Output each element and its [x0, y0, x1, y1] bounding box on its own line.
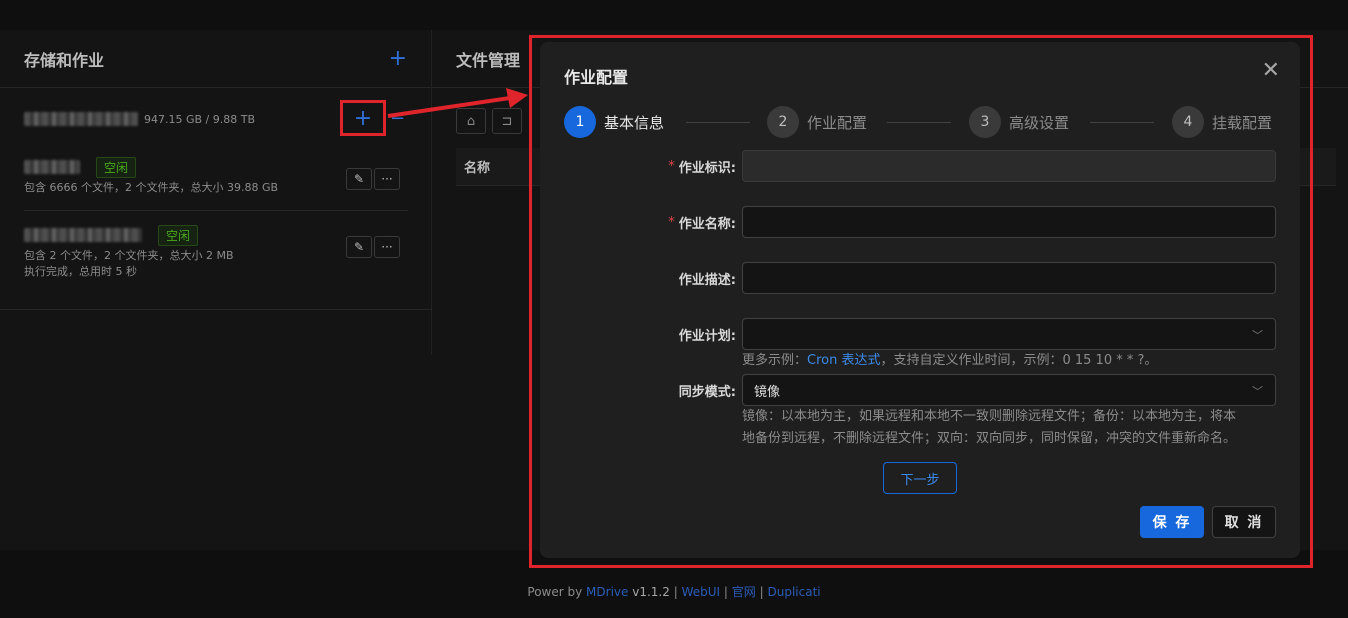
job-schedule-select[interactable]: ﹀: [742, 318, 1276, 350]
webui-link[interactable]: WebUI: [682, 585, 720, 599]
help-text: 更多示例：: [742, 353, 808, 368]
step-connector: [686, 122, 750, 123]
modal-title: 作业配置: [564, 68, 629, 87]
chevron-down-icon: ﹀: [1252, 329, 1263, 342]
divider: [0, 309, 432, 310]
step-connector: [887, 122, 951, 123]
job-name-blurred: [24, 160, 80, 174]
red-arrow-annotation: [387, 88, 528, 118]
chevron-down-icon: ﹀: [1252, 385, 1263, 398]
job-desc-line: 执行完成，总用时 5 秒: [24, 265, 137, 278]
job-config-modal: 作业配置 ✕ 1 基本信息 2 作业配置 3 高级设置 4 挂载配置 * 作业标识…: [540, 42, 1300, 558]
separator: |: [673, 585, 678, 599]
divider: [24, 210, 408, 211]
step-number: 2: [767, 106, 799, 138]
footer: Power by MDrive v1.1.2 | WebUI | 官网 | Du…: [0, 583, 1348, 600]
step-2[interactable]: 2 作业配置: [767, 106, 867, 138]
step-label: 挂载配置: [1212, 113, 1273, 132]
help-line: 地备份到远程，不删除远程文件；双向：双向同步，同时保留，冲突的文件重新命名。: [742, 431, 1237, 446]
steps: 1 基本信息 2 作业配置 3 高级设置 4 挂载配置: [564, 106, 1276, 138]
sync-mode-label: 同步模式:: [678, 384, 736, 400]
schedule-help: 更多示例：Cron 表达式，支持自定义作业时间，示例：0 15 10 * * ?…: [742, 350, 1282, 372]
storage-panel-header: 存储和作业 +: [0, 30, 431, 88]
job-id-input[interactable]: [742, 150, 1276, 182]
label-text: 作业名称:: [678, 216, 736, 232]
sync-mode-select[interactable]: 镜像 ﹀: [742, 374, 1276, 406]
duplicati-link[interactable]: Duplicati: [767, 585, 820, 599]
step-label: 作业配置: [807, 113, 868, 132]
label-text: 作业标识:: [678, 160, 736, 176]
step-3[interactable]: 3 高级设置: [969, 106, 1069, 138]
step-number: 3: [969, 106, 1001, 138]
next-step-button[interactable]: 下一步: [883, 462, 957, 494]
add-storage-icon[interactable]: +: [389, 47, 407, 70]
storage-name-blurred: [24, 112, 138, 126]
step-number: 4: [1172, 106, 1204, 138]
job-name-label: * 作业名称:: [668, 214, 736, 232]
more-icon[interactable]: ···: [374, 236, 400, 258]
job-name-blurred: [24, 228, 142, 242]
help-line: 镜像：以本地为主，如果远程和本地不一致则删除远程文件；备份：以本地为主，将本: [742, 409, 1237, 424]
job-item-1[interactable]: 空闲 包含 6666 个文件，2 个文件夹，总大小 39.88 GB ✎ ···: [24, 156, 408, 196]
save-button[interactable]: 保 存: [1140, 506, 1204, 538]
storage-size: 947.15 GB / 9.88 TB: [144, 112, 256, 126]
job-desc-input[interactable]: [742, 262, 1276, 294]
cron-link[interactable]: Cron 表达式: [807, 353, 880, 368]
status-badge: 空闲: [158, 224, 199, 246]
separator: |: [723, 585, 728, 599]
add-job-button[interactable]: +: [340, 100, 386, 136]
job-schedule-label: 作业计划:: [678, 328, 736, 344]
edit-icon[interactable]: ✎: [346, 168, 372, 190]
cancel-button[interactable]: 取 消: [1212, 506, 1276, 538]
storage-panel-title: 存储和作业: [24, 50, 105, 70]
job-name-input[interactable]: [742, 206, 1276, 238]
step-label: 基本信息: [604, 113, 665, 132]
job-id-label: * 作业标识:: [668, 158, 736, 176]
file-manager-title: 文件管理: [456, 50, 521, 70]
more-icon[interactable]: ···: [374, 168, 400, 190]
edit-icon[interactable]: ✎: [346, 236, 372, 258]
step-1[interactable]: 1 基本信息: [564, 106, 664, 138]
close-icon[interactable]: ✕: [1262, 58, 1280, 83]
official-link[interactable]: 官网: [732, 585, 756, 599]
help-text: ，支持自定义作业时间，示例：0 15 10 * * ?。: [880, 353, 1158, 368]
version-text: v1.1.2: [632, 585, 670, 599]
job-item-2[interactable]: 空闲 包含 2 个文件，2 个文件夹，总大小 2 MB 执行完成，总用时 5 秒…: [24, 224, 408, 280]
step-4[interactable]: 4 挂载配置: [1172, 106, 1272, 138]
footer-text: Power by: [527, 585, 583, 599]
storage-jobs-panel: 存储和作业 + 947.15 GB / 9.88 TB + − 空闲 包含 66…: [0, 30, 432, 354]
step-connector: [1090, 122, 1154, 123]
sync-help: 镜像：以本地为主，如果远程和本地不一致则删除远程文件；备份：以本地为主，将本 地…: [742, 406, 1282, 450]
status-badge: 空闲: [96, 156, 137, 178]
job-desc-label: 作业描述:: [678, 272, 736, 288]
plus-icon: +: [353, 105, 373, 131]
separator: |: [759, 585, 764, 599]
step-number: 1: [564, 106, 596, 138]
select-value: 镜像: [754, 384, 781, 400]
brand-link[interactable]: MDrive: [586, 585, 628, 599]
step-label: 高级设置: [1009, 113, 1070, 132]
